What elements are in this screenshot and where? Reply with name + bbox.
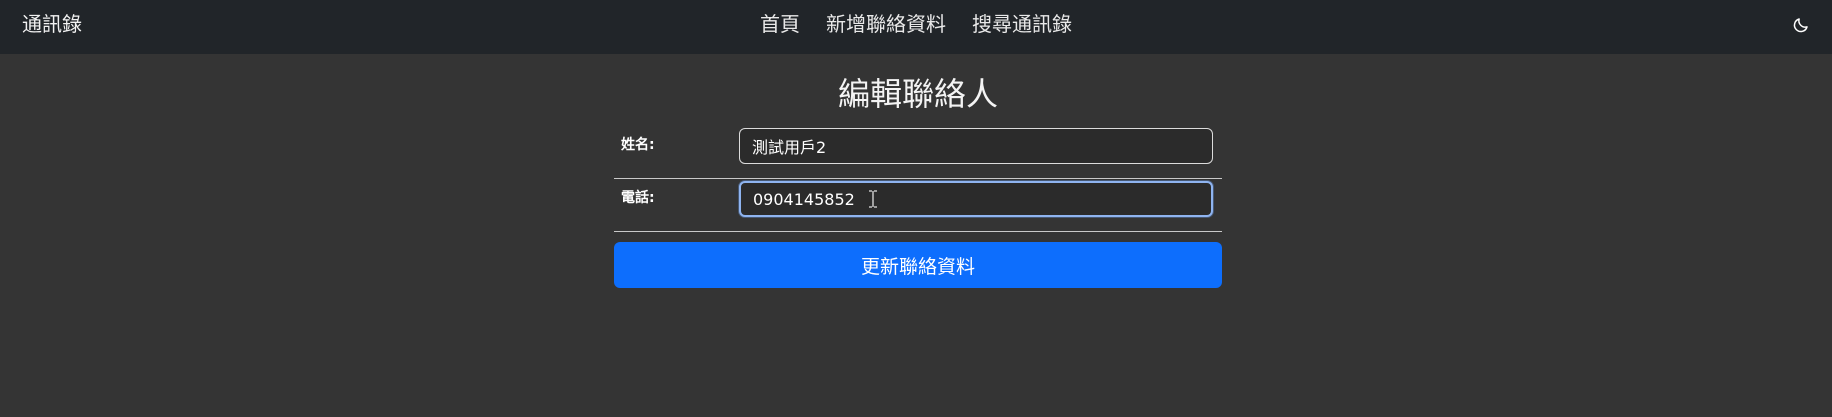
name-input[interactable] [739,128,1213,164]
name-row: 姓名: [614,126,1222,179]
name-label: 姓名: [621,137,655,153]
nav-link-add-contact[interactable]: 新增聯絡資料 [813,0,959,48]
navbar-brand[interactable]: 通訊錄 [22,0,82,48]
edit-contact-container: 編輯聯絡人 姓名: 電話: 更新聯絡資料 [614,54,1222,288]
phone-input[interactable] [739,181,1213,217]
phone-label: 電話: [621,190,655,206]
theme-toggle-button[interactable] [1790,14,1812,36]
nav-links: 首頁 新增聯絡資料 搜尋通訊錄 [0,0,1832,48]
page-title: 編輯聯絡人 [837,75,998,113]
nav-link-search[interactable]: 搜尋通訊錄 [959,0,1085,48]
top-navbar: 通訊錄 首頁 新增聯絡資料 搜尋通訊錄 [0,0,1832,54]
update-contact-button[interactable]: 更新聯絡資料 [614,242,1222,288]
moon-icon [1793,18,1808,33]
phone-row: 電話: [614,179,1222,232]
nav-link-home[interactable]: 首頁 [747,0,813,48]
